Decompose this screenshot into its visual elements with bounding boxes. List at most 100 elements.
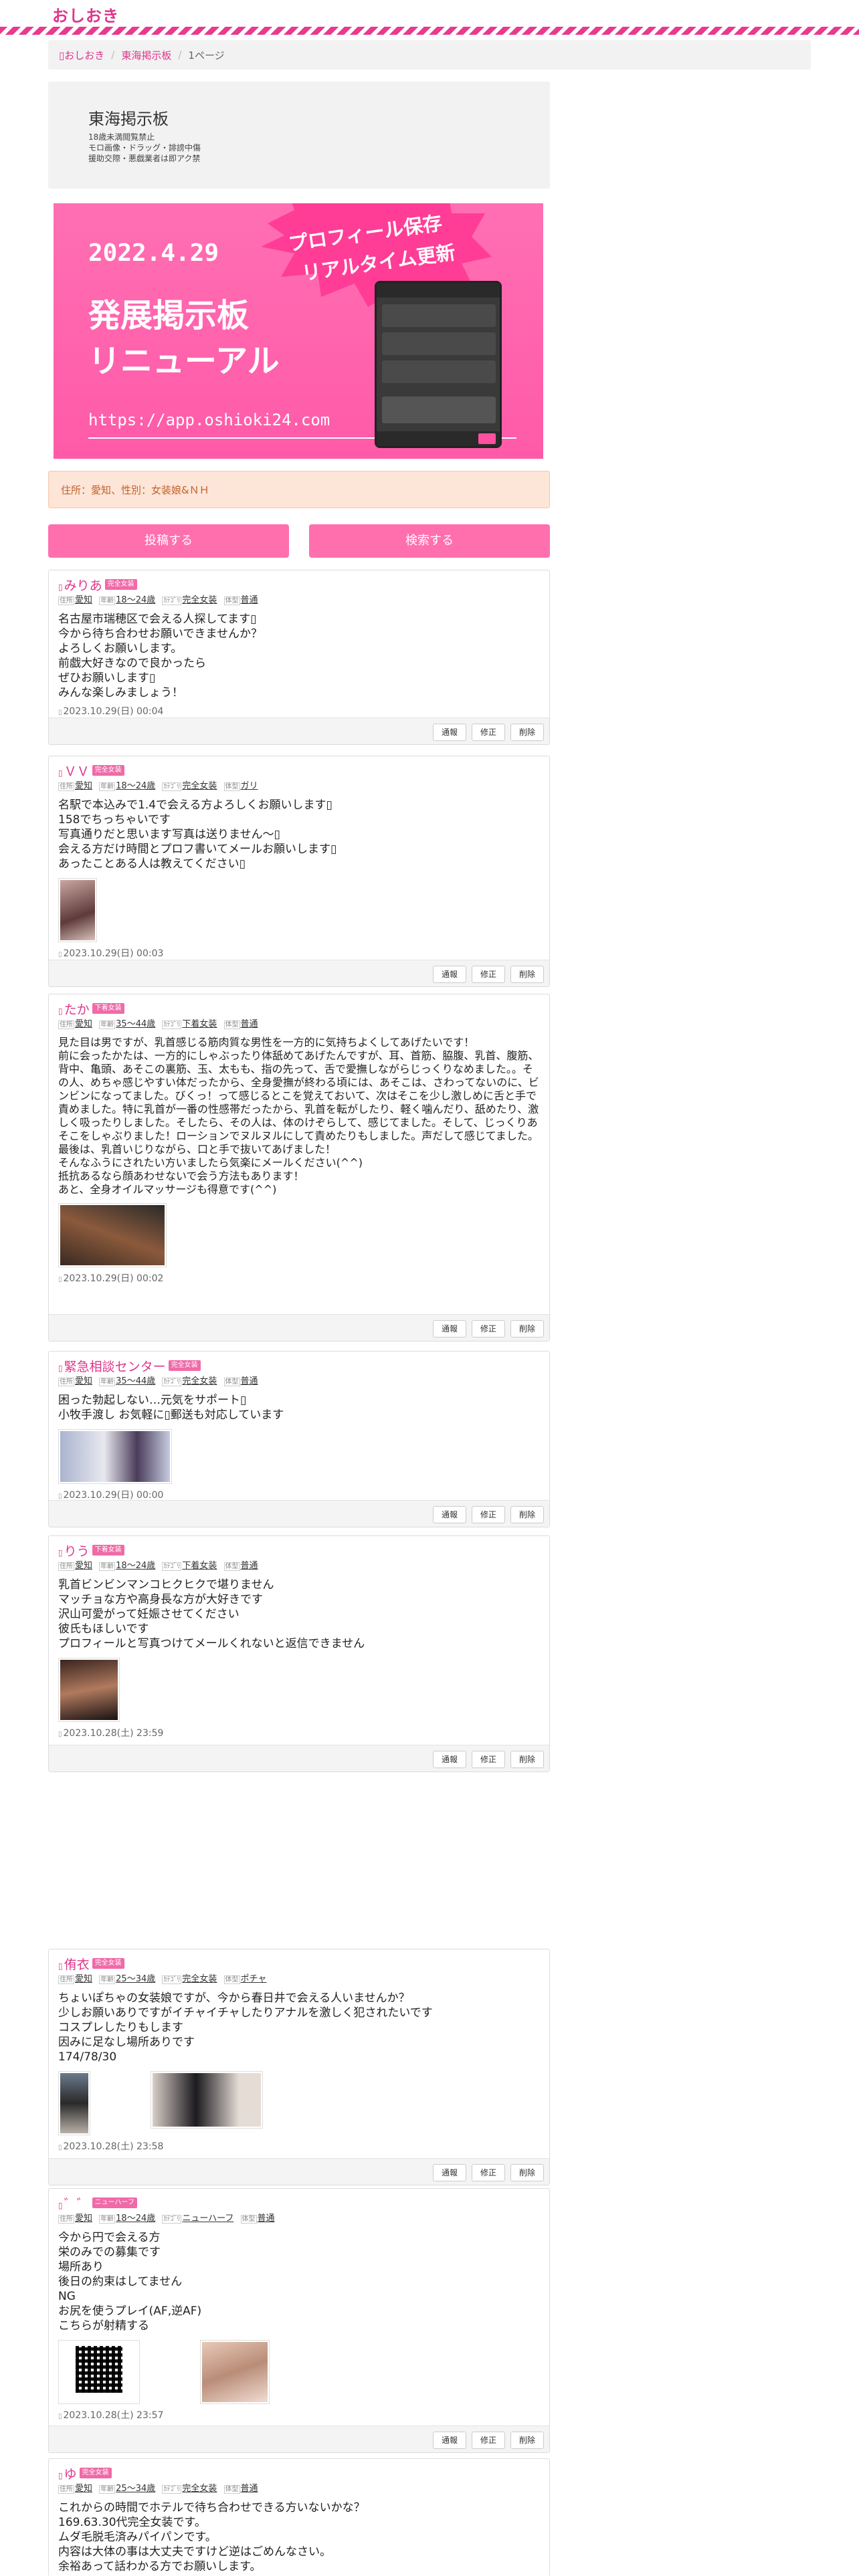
tag-key: 年齢 (99, 1975, 116, 1984)
tag-value: 普通 (240, 1019, 258, 1029)
site-logo[interactable]: おしおき (52, 3, 119, 26)
post-tags: 住所 愛知 年齢 35〜44歳 ｶﾃｺﾞﾘ 完全女装 体型 普通 (58, 1374, 540, 1389)
tag-key: ｶﾃｺﾞﾘ (162, 2215, 182, 2224)
tag-address[interactable]: 住所 愛知 (58, 595, 92, 605)
edit-button[interactable]: 修正 (472, 966, 505, 983)
edit-button[interactable]: 修正 (472, 1320, 505, 1337)
post-card: ゛゛ニューハーフ 住所愛知 年齢18〜24歳 ｶﾃｺﾞﾘニューハーフ 体型普通 … (48, 2188, 550, 2453)
tag-age[interactable]: 年齢 18〜24歳 (99, 595, 155, 605)
tag-body[interactable]: 体型 普通 (223, 1561, 258, 1571)
tag-value: 愛知 (75, 1019, 93, 1029)
board-note: 援助交際・悪戯業者は即アク禁 (88, 154, 201, 163)
poster-name[interactable]: ゆ (58, 2464, 77, 2482)
poster-name[interactable]: たか (58, 1000, 90, 1018)
report-button[interactable]: 通報 (433, 2164, 466, 2181)
tag-category[interactable]: ｶﾃｺﾞﾘ 完全女装 (162, 1974, 217, 1984)
breadcrumb-current-page: 1ページ (188, 49, 225, 62)
tag-key: 年齢 (99, 2215, 116, 2224)
tag-address[interactable]: 住所 愛知 (58, 2484, 92, 2494)
tag-category[interactable]: ｶﾃｺﾞﾘ 下着女装 (162, 1561, 217, 1571)
tag-address[interactable]: 住所 愛知 (58, 1376, 92, 1386)
report-button[interactable]: 通報 (433, 1320, 466, 1337)
tag-age[interactable]: 年齢 35〜44歳 (99, 1376, 155, 1386)
tag-value: 普通 (240, 2484, 258, 2494)
post-tags: 住所 愛知 年齢 18〜24歳 ｶﾃｺﾞﾘ 完全女装 体型 ガリ (58, 779, 540, 794)
delete-button[interactable]: 削除 (510, 2164, 544, 2181)
post-timestamp: 2023.10.28(土) 23:57 (58, 2408, 540, 2423)
tag-address[interactable]: 住所 愛知 (58, 1561, 92, 1571)
tag-age[interactable]: 年齢 35〜44歳 (99, 1019, 155, 1029)
tag-category[interactable]: ｶﾃｺﾞﾘ 完全女装 (162, 2484, 217, 2494)
edit-button[interactable]: 修正 (472, 2432, 505, 2449)
tag-value: 下着女装 (182, 1561, 217, 1571)
tag-age[interactable]: 年齢 18〜24歳 (99, 1561, 155, 1571)
tag-body[interactable]: 体型 普通 (223, 1376, 258, 1386)
tag-age[interactable]: 年齢 25〜34歳 (99, 2484, 155, 2494)
report-button[interactable]: 通報 (433, 2432, 466, 2449)
tag-body[interactable]: 体型 普通 (240, 2214, 275, 2224)
delete-button[interactable]: 削除 (510, 1320, 544, 1337)
tag-key: ｶﾃｺﾞﾘ (162, 597, 182, 605)
tag-address[interactable]: 住所 愛知 (58, 1019, 92, 1029)
edit-button[interactable]: 修正 (472, 2164, 505, 2181)
tag-value: 35〜44歳 (116, 1376, 156, 1386)
report-button[interactable]: 通報 (433, 724, 466, 741)
poster-name[interactable]: ゛゛ (58, 2194, 90, 2212)
post-photo[interactable] (58, 1658, 120, 1722)
delete-button[interactable]: 削除 (510, 1506, 544, 1523)
tag-category[interactable]: ｶﾃｺﾞﾘ 完全女装 (162, 595, 217, 605)
post-photo[interactable] (151, 2071, 263, 2129)
category-badge: 完全女装 (92, 765, 124, 776)
poster-name[interactable]: りう (58, 1541, 90, 1560)
delete-button[interactable]: 削除 (510, 2432, 544, 2449)
tag-body[interactable]: 体型 ポチャ (223, 1974, 266, 1984)
search-button[interactable]: 検索する (309, 524, 550, 558)
tag-age[interactable]: 年齢 25〜34歳 (99, 1974, 155, 1984)
tag-age[interactable]: 年齢 18〜24歳 (99, 2214, 155, 2224)
edit-button[interactable]: 修正 (472, 724, 505, 741)
edit-button[interactable]: 修正 (472, 1506, 505, 1523)
tag-age[interactable]: 年齢 18〜24歳 (99, 781, 155, 791)
tag-value: 25〜34歳 (116, 1974, 156, 1984)
post-photo[interactable] (58, 878, 97, 942)
tag-body[interactable]: 体型 普通 (223, 2484, 258, 2494)
delete-button[interactable]: 削除 (510, 724, 544, 741)
delete-button[interactable]: 削除 (510, 966, 544, 983)
tag-category[interactable]: ｶﾃｺﾞﾘ 完全女装 (162, 781, 217, 791)
poster-name[interactable]: みりあ (58, 576, 102, 594)
tag-category[interactable]: ｶﾃｺﾞﾘ 下着女装 (162, 1019, 217, 1029)
poster-name[interactable]: 侑衣 (58, 1955, 90, 1973)
tag-body[interactable]: 体型 普通 (223, 1019, 258, 1029)
tag-key: ｶﾃｺﾞﾘ (162, 1378, 182, 1386)
report-button[interactable]: 通報 (433, 1506, 466, 1523)
post-photo[interactable] (58, 2071, 90, 2135)
tag-category[interactable]: ｶﾃｺﾞﾘ ニューハーフ (162, 2214, 233, 2224)
tag-address[interactable]: 住所 愛知 (58, 2214, 92, 2224)
tag-value: 普通 (240, 1376, 258, 1386)
post-photo[interactable] (58, 1203, 167, 1267)
tag-value: ガリ (240, 781, 258, 791)
tag-address[interactable]: 住所 愛知 (58, 1974, 92, 1984)
post-footer: 通報 修正 削除 (49, 1500, 549, 1527)
poster-name[interactable]: 緊急相談センター (58, 1357, 166, 1375)
edit-button[interactable]: 修正 (472, 1751, 505, 1768)
post-photo[interactable] (58, 1429, 172, 1484)
delete-button[interactable]: 削除 (510, 1751, 544, 1768)
renewal-banner[interactable]: プロフィール保存 リアルタイム更新 2022.4.29 発展掲示板 リニューアル… (54, 203, 543, 459)
poster-name[interactable]: ＶＶ (58, 762, 90, 780)
breadcrumb-home[interactable]: ▯おしおき (59, 48, 104, 62)
tag-address[interactable]: 住所 愛知 (58, 781, 92, 791)
tag-value: 普通 (257, 2214, 275, 2224)
tag-key: 年齢 (99, 1378, 116, 1386)
post-card: 侑衣完全女装 住所愛知 年齢25〜34歳 ｶﾃｺﾞﾘ完全女装 体型ポチャ ちょい… (48, 1949, 550, 2185)
report-button[interactable]: 通報 (433, 1751, 466, 1768)
report-button[interactable]: 通報 (433, 966, 466, 983)
breadcrumb-board[interactable]: 東海掲示板 (121, 48, 171, 62)
tag-body[interactable]: 体型 ガリ (223, 781, 258, 791)
post-photo[interactable] (200, 2340, 270, 2404)
tag-category[interactable]: ｶﾃｺﾞﾘ 完全女装 (162, 1376, 217, 1386)
post-button[interactable]: 投稿する (48, 524, 289, 558)
qr-code-image[interactable] (58, 2340, 140, 2404)
banner-headline-1: 発展掲示板 (88, 297, 250, 334)
tag-body[interactable]: 体型 普通 (223, 595, 258, 605)
